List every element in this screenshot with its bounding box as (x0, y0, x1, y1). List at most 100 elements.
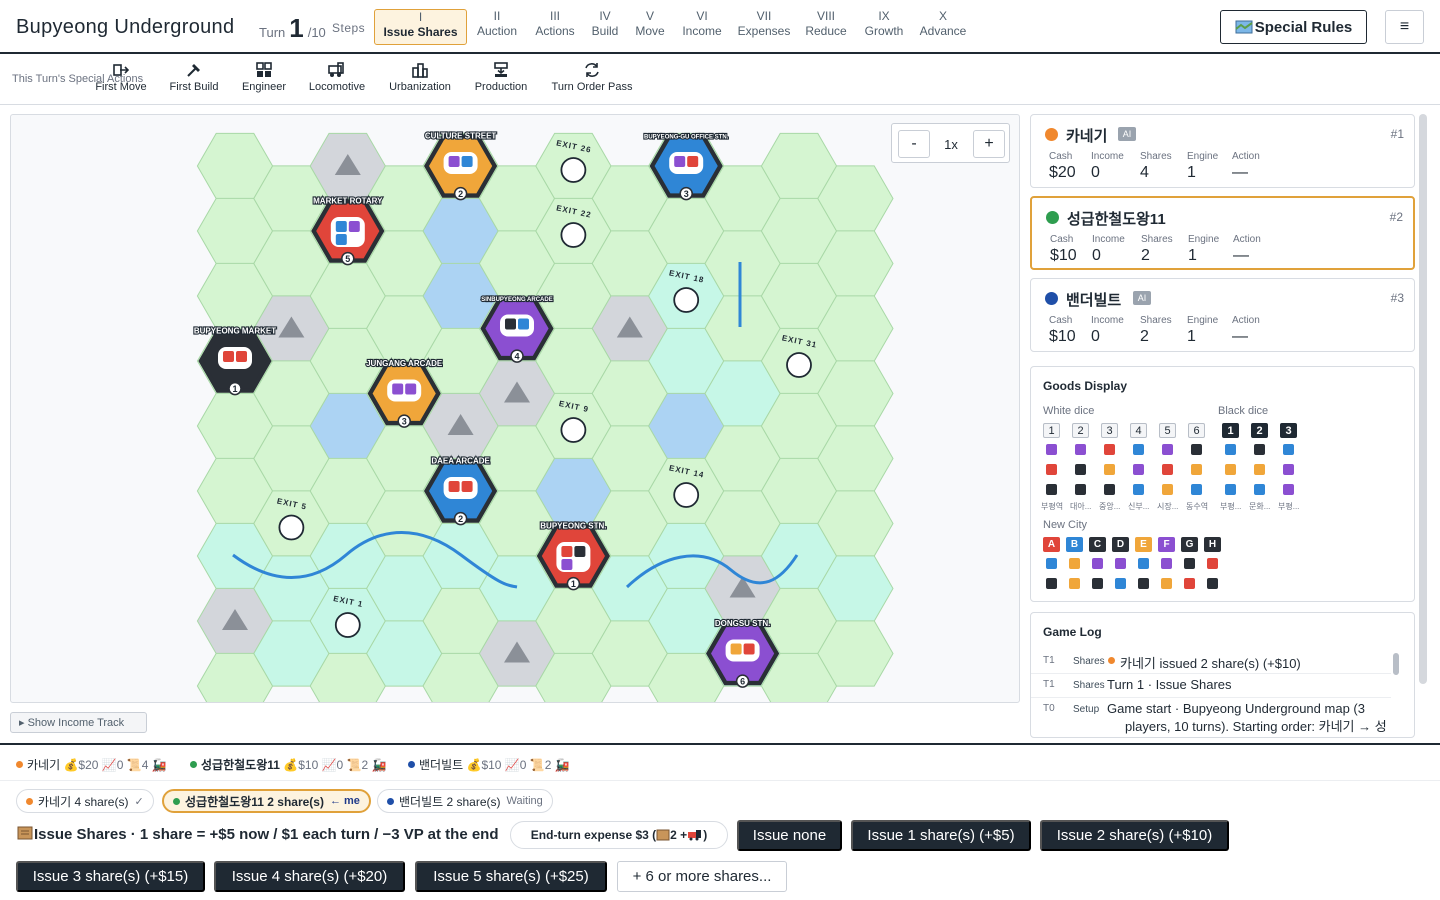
good-cube (1225, 464, 1236, 475)
good-cube (1133, 444, 1144, 455)
action-label: First Build (169, 81, 219, 93)
stat-value: 1 (1187, 164, 1196, 181)
city-number: 2 (458, 514, 463, 524)
step-advance[interactable]: X Advance (917, 9, 969, 45)
die-caption: 시장... (1157, 502, 1179, 511)
city-name: SINBUPYEONG ARCADE (481, 297, 552, 303)
stat-value: 1 (1188, 247, 1197, 264)
stat-label: Shares (1141, 234, 1173, 245)
issue-more-shares-button[interactable]: + 6 or more shares... (617, 861, 787, 892)
zoom-in-button[interactable]: + (973, 130, 1005, 158)
action-engineer[interactable]: Engineer (238, 61, 290, 93)
good-cube (561, 559, 573, 570)
step-name: Auction (476, 24, 518, 38)
die-face: 6 (1188, 423, 1205, 438)
die-caption: 신부... (1128, 502, 1150, 511)
good-cube (1254, 464, 1265, 475)
action-urbanization[interactable]: Urbanization (384, 61, 456, 93)
issue-4-shares-button[interactable]: Issue 4 share(s) (+$20) (214, 861, 405, 892)
show-income-track-toggle[interactable]: ▸ Show Income Track (10, 712, 147, 733)
good-cube (1104, 464, 1115, 475)
die-caption: 부평... (1278, 502, 1300, 511)
player-card[interactable]: 밴더빌트 AI #3 Cash $10 Income 0 Shares 2 Engine 1 Acti… (1030, 278, 1415, 352)
player-color-dot (16, 761, 23, 768)
city-name: MARKET ROTARY (313, 196, 383, 205)
issue-3-shares-button[interactable]: Issue 3 share(s) (+$15) (16, 861, 205, 892)
good-cube (1046, 444, 1057, 455)
action-production[interactable]: Production (470, 61, 532, 93)
log-title: Game Log (1043, 625, 1102, 639)
log-entry[interactable]: T1 Shares Turn 1 · Issue Shares (1031, 674, 1391, 698)
log-message: 카네기 issued 2 share(s) (+$10) (1120, 656, 1301, 671)
issue-none-button[interactable]: Issue none (737, 820, 842, 851)
step-build[interactable]: IV Build (587, 9, 623, 45)
good-cube (674, 156, 686, 167)
step-move[interactable]: V Move (632, 9, 668, 45)
stat-engine: Engine 1 (1187, 151, 1218, 182)
stat-action: Action — (1232, 151, 1260, 182)
hex-map[interactable]: EXIT 26EXIT 22EXIT 18EXIT 31EXIT 9EXIT 1… (11, 115, 1020, 703)
scroll-icon (17, 826, 33, 840)
city-number: 3 (402, 417, 407, 427)
good-cube (1161, 558, 1172, 569)
turn-number: 1 (289, 13, 304, 43)
action-turn-order-pass[interactable]: Turn Order Pass (548, 61, 636, 93)
exit-circle (560, 157, 587, 183)
stat-value: 4 (1140, 164, 1149, 181)
good-cube (1161, 578, 1172, 589)
good-cube (223, 351, 234, 362)
step-income[interactable]: VI Income (678, 9, 726, 45)
action-label: Locomotive (308, 81, 366, 93)
ai-badge: AI (1133, 291, 1151, 305)
step-issue-shares[interactable]: I Issue Shares (374, 9, 467, 45)
stat-value: 2 (1141, 247, 1150, 264)
log-category: Shares (1073, 680, 1105, 691)
new-city-letter: B (1066, 537, 1083, 552)
stat-cash: Cash $20 (1049, 151, 1076, 182)
issue-1-share-button[interactable]: Issue 1 share(s) (+$5) (851, 820, 1031, 851)
action-locomotive[interactable]: Locomotive (304, 61, 370, 93)
stat-value: — (1233, 247, 1249, 264)
new-city-label: New City (1043, 519, 1088, 531)
step-roman: I (418, 10, 423, 24)
log-entry[interactable]: T1 Shares 카네기 issued 2 share(s) (+$10) (1031, 650, 1391, 674)
city-number: 4 (514, 352, 519, 362)
good-cube (1254, 484, 1265, 495)
stat-label: Cash (1050, 234, 1074, 245)
special-rules-button[interactable]: Special Rules (1220, 10, 1367, 44)
exit-circle (673, 482, 700, 508)
die-face: 1 (1222, 423, 1239, 438)
action-first-move[interactable]: First Move (92, 61, 150, 93)
income-chart-icon: 📈 (318, 758, 337, 772)
step-auction[interactable]: II Auction (472, 9, 522, 45)
step-growth[interactable]: IX Growth (860, 9, 908, 45)
buildings-icon (412, 63, 428, 78)
stat-label: Action (1233, 234, 1261, 245)
step-expenses[interactable]: VII Expenses (734, 9, 794, 45)
log-entry[interactable]: T0 Setup Game start · Bupyeong Underground… (1031, 698, 1391, 737)
stat-value: — (1232, 164, 1248, 181)
exit-circle (278, 514, 305, 541)
player-card[interactable]: 성급한철도왕11 #2 Cash $10 Income 0 Shares 2 Engine 1 Ac… (1030, 196, 1415, 270)
hex-map-board[interactable]: EXIT 26 EXIT 22 EXIT 18 EXIT 31 EXIT 9 EXIT 1… (10, 114, 1020, 703)
zoom-out-button[interactable]: - (898, 130, 930, 158)
player-card[interactable]: 카네기 AI #1 Cash $20 Income 0 Shares 4 Engine 1 Actio… (1030, 114, 1415, 188)
action-first-build[interactable]: First Build (166, 61, 222, 93)
log-message: Turn 1 · Issue Shares (1107, 677, 1232, 692)
issue-5-shares-button[interactable]: Issue 5 share(s) (+$25) (415, 861, 607, 892)
log-scrollbar[interactable] (1393, 653, 1399, 675)
step-reduce[interactable]: VIII Reduce (802, 9, 850, 45)
share-status-pill: 밴더빌트 2 share(s) Waiting (377, 789, 553, 813)
good-cube (1283, 484, 1294, 495)
menu-button[interactable]: ≡ (1385, 10, 1424, 44)
zoom-level: 1x (944, 136, 958, 152)
exit-circle (673, 287, 700, 313)
locomotive-icon: 🚂 (551, 758, 570, 772)
expense-text: End-turn expense $3 ( (530, 828, 657, 842)
good-cube (335, 221, 347, 232)
right-panel-scrollbar[interactable] (1419, 114, 1427, 684)
issue-2-shares-button[interactable]: Issue 2 share(s) (+$10) (1040, 820, 1229, 851)
step-actions[interactable]: III Actions (530, 9, 580, 45)
city-number: 5 (345, 254, 350, 264)
good-cube (518, 318, 529, 330)
